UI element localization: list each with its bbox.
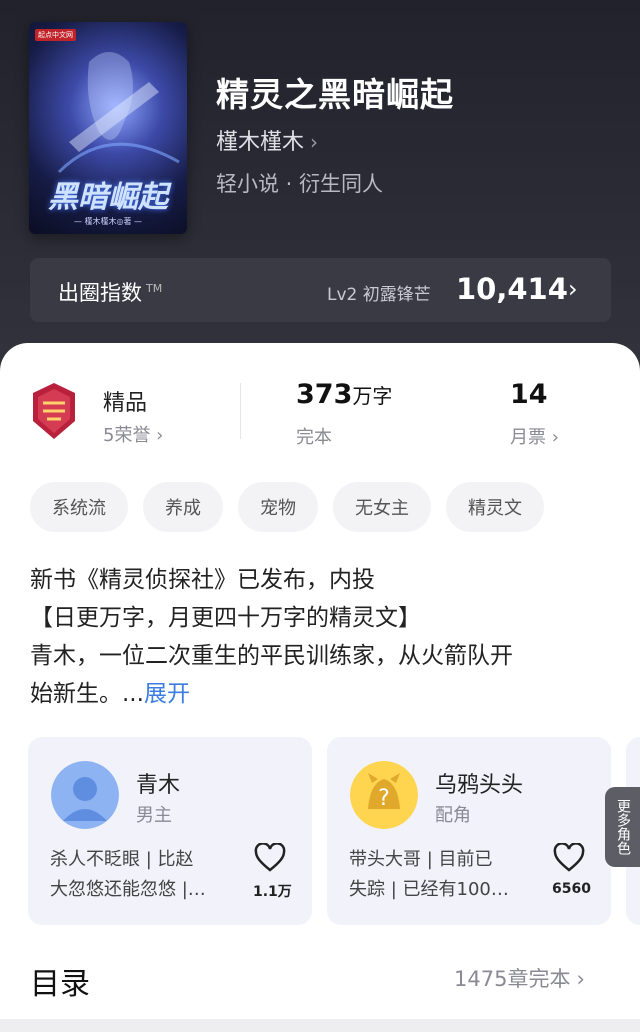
avatar: ? [350, 761, 418, 829]
tag-list: 系统流 养成 宠物 无女主 精灵文 [30, 482, 544, 532]
character-description: 带头大哥 | 目前已 失踪 | 已经有100… [349, 849, 509, 900]
index-level: Lv2 初露锋芒 [327, 285, 431, 305]
book-detail-sheet: 精品 5荣誉 › 373万字 完本 14 月票 › 系统流 养成 宠物 无女主 … [0, 343, 640, 1032]
book-cover[interactable]: 起点中文网 黑暗崛起 — 槿木槿木◎著 — [29, 22, 187, 234]
tag-chip[interactable]: 无女主 [333, 482, 431, 532]
tag-chip[interactable]: 系统流 [30, 482, 128, 532]
character-name: 青木 [136, 773, 181, 798]
quality-label: 精品 [103, 391, 148, 416]
avatar [51, 761, 119, 829]
like-count: 1.1万 [253, 884, 292, 900]
character-role: 男主 [136, 805, 172, 826]
book-header: 起点中文网 黑暗崛起 — 槿木槿木◎著 — 精灵之黑暗崛起 槿木槿木 › 轻小说 … [0, 0, 640, 380]
monthly-tickets-count: 14 [510, 379, 548, 410]
author-name: 槿木槿木 [216, 130, 305, 155]
trademark-mark: TM [146, 282, 163, 295]
heart-icon[interactable] [254, 843, 286, 873]
completion-status: 完本 [296, 427, 332, 448]
character-card[interactable]: 青木 男主 杀人不眨眼 | 比赵 大忽悠还能忽悠 |… 1.1万 [28, 737, 312, 925]
book-genre: 轻小说 · 衍生同人 [216, 172, 384, 196]
toc-title: 目录 [30, 967, 90, 1002]
index-label: 出圈指数 TM [58, 281, 163, 305]
like-count: 6560 [552, 881, 591, 897]
popularity-index-bar[interactable]: 出圈指数 TM Lv2 初露锋芒 10,414 › [30, 258, 611, 322]
toc-link[interactable]: 1475章完本 › [454, 963, 585, 993]
cover-author: — 槿木槿木◎著 — [73, 217, 143, 226]
chevron-right-icon: › [576, 967, 585, 991]
chevron-right-icon: › [568, 275, 578, 303]
character-role: 配角 [435, 805, 471, 826]
tag-chip[interactable]: 养成 [143, 482, 223, 532]
book-title: 精灵之黑暗崛起 [216, 75, 454, 114]
quality-badge-icon [33, 383, 75, 439]
author-link[interactable]: 槿木槿木 › [216, 124, 318, 156]
more-roles-button[interactable]: 更多角色 [605, 787, 640, 867]
bottom-divider [0, 1019, 640, 1032]
character-card[interactable]: ? 乌鸦头头 配角 带头大哥 | 目前已 失踪 | 已经有100… 6560 [327, 737, 611, 925]
character-description: 杀人不眨眼 | 比赵 大忽悠还能忽悠 |… [50, 849, 206, 900]
word-count: 373万字 [296, 379, 393, 410]
chevron-right-icon: › [310, 130, 319, 154]
honors-link[interactable]: 5荣誉 › [103, 421, 163, 447]
index-value: 10,414 [456, 272, 568, 306]
tag-chip[interactable]: 精灵文 [446, 482, 544, 532]
question-mark-icon: ? [378, 786, 390, 811]
expand-button[interactable]: 展开 [144, 681, 190, 707]
heart-icon[interactable] [553, 843, 585, 873]
tag-chip[interactable]: 宠物 [238, 482, 318, 532]
monthly-tickets-link[interactable]: 月票 › [510, 423, 559, 449]
divider [240, 383, 241, 439]
character-name: 乌鸦头头 [435, 773, 524, 798]
cover-title: 黑暗崛起 [48, 180, 168, 215]
synopsis: 新书《精灵侦探社》已发布，内投 【日更万字，月更四十万字的精灵文】 青木，一位二… [30, 567, 513, 707]
